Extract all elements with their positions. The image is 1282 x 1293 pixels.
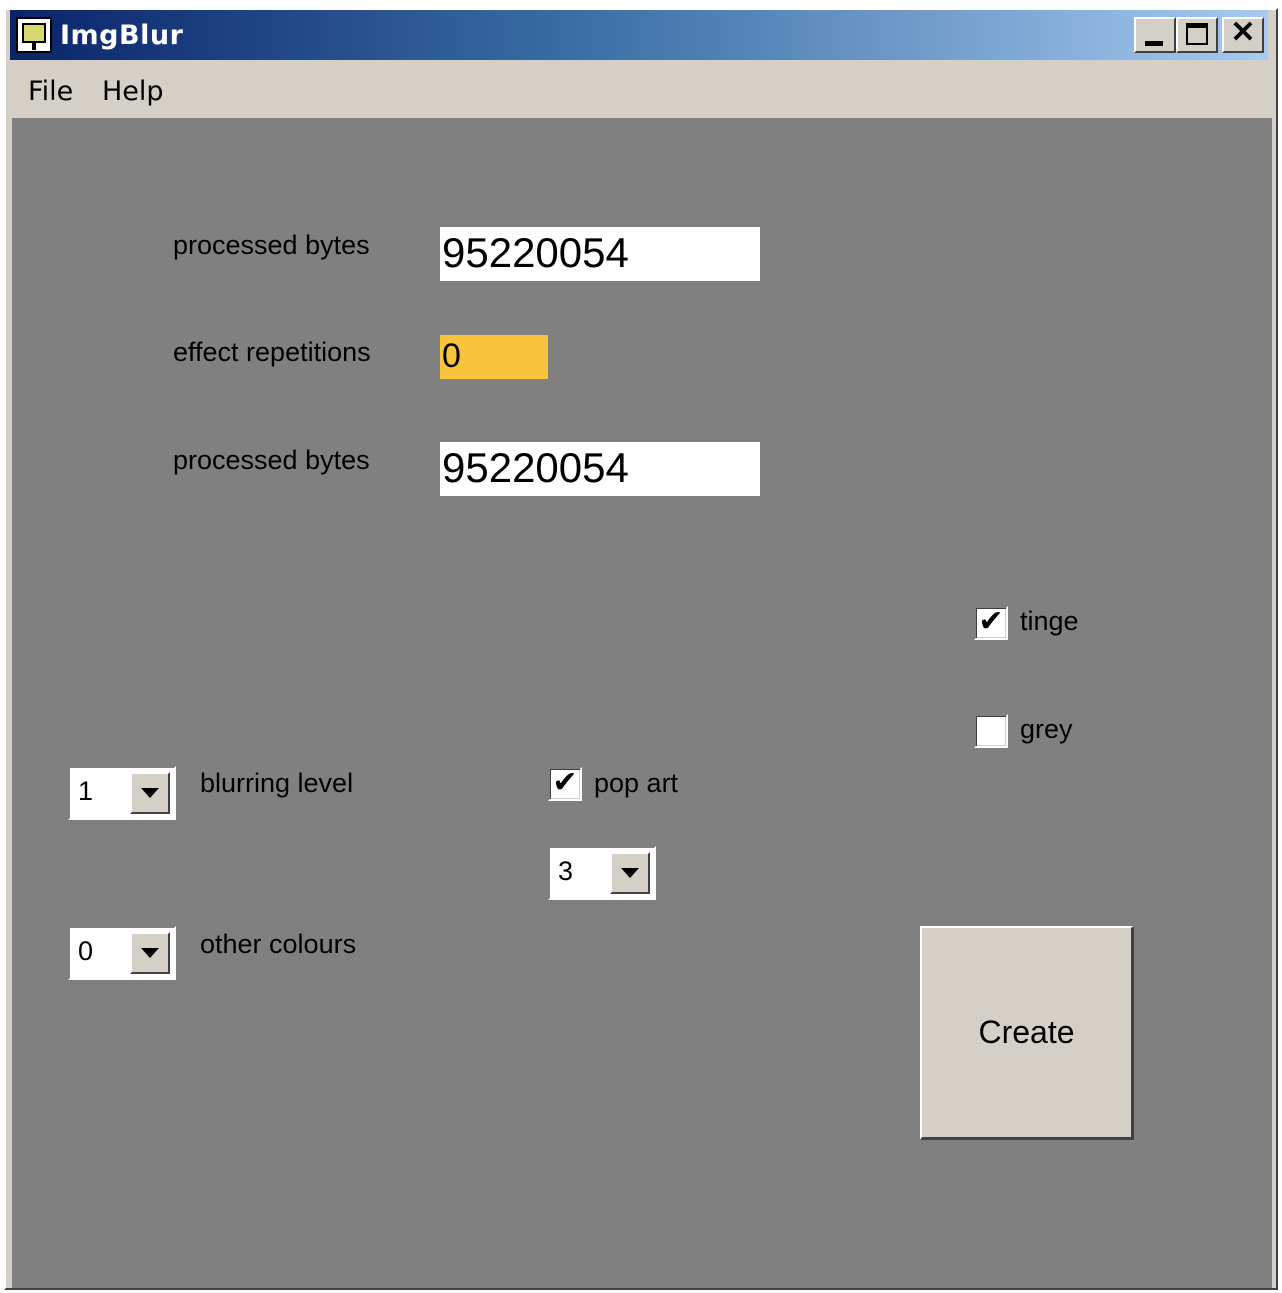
minimize-button[interactable] xyxy=(1134,17,1176,53)
grey-label: grey xyxy=(1020,714,1073,744)
dropdown-button[interactable] xyxy=(130,772,170,814)
pop-art-level-select[interactable]: 3 xyxy=(548,846,656,900)
dropdown-button[interactable] xyxy=(130,932,170,974)
maximize-icon xyxy=(1186,23,1208,45)
other-colours-select[interactable]: 0 xyxy=(68,926,176,980)
maximize-button[interactable] xyxy=(1176,17,1218,53)
check-icon: ✔ xyxy=(552,765,578,800)
create-button[interactable]: Create xyxy=(920,926,1134,1140)
client-area: processed bytes 95220054 effect repetiti… xyxy=(12,118,1272,1288)
blurring-level-label: blurring level xyxy=(200,768,354,798)
grey-checkbox[interactable] xyxy=(974,714,1008,748)
title-bar[interactable]: ImgBlur ✕ xyxy=(10,10,1268,60)
pop-art-label: pop art xyxy=(594,768,679,798)
processed-bytes-label-2: processed bytes xyxy=(173,445,370,475)
tinge-label: tinge xyxy=(1020,606,1079,636)
blurring-level-select[interactable]: 1 xyxy=(68,766,176,820)
processed-bytes-field-2[interactable]: 95220054 xyxy=(440,442,760,496)
pop-art-level-value: 3 xyxy=(558,856,574,886)
tinge-checkbox[interactable]: ✔ xyxy=(974,604,1008,640)
chevron-down-icon xyxy=(141,948,159,958)
check-icon xyxy=(976,713,1006,743)
other-colours-label: other colours xyxy=(200,929,357,959)
menu-help[interactable]: Help xyxy=(102,76,164,107)
dropdown-button[interactable] xyxy=(610,852,650,894)
effect-repetitions-field[interactable]: 0 xyxy=(440,335,548,379)
pop-art-checkbox[interactable]: ✔ xyxy=(548,765,582,801)
app-icon[interactable] xyxy=(16,17,52,53)
chevron-down-icon xyxy=(621,868,639,878)
minimize-icon xyxy=(1145,41,1163,46)
processed-bytes-field[interactable]: 95220054 xyxy=(440,227,760,281)
chevron-down-icon xyxy=(141,788,159,798)
close-icon: ✕ xyxy=(1230,16,1256,49)
blurring-level-value: 1 xyxy=(78,776,94,806)
other-colours-value: 0 xyxy=(78,936,94,966)
processed-bytes-label: processed bytes xyxy=(173,230,370,260)
menu-file[interactable]: File xyxy=(28,76,73,107)
effect-repetitions-label: effect repetitions xyxy=(173,337,371,367)
check-icon: ✔ xyxy=(978,604,1004,639)
close-button[interactable]: ✕ xyxy=(1222,16,1264,53)
window-title: ImgBlur xyxy=(60,20,184,51)
